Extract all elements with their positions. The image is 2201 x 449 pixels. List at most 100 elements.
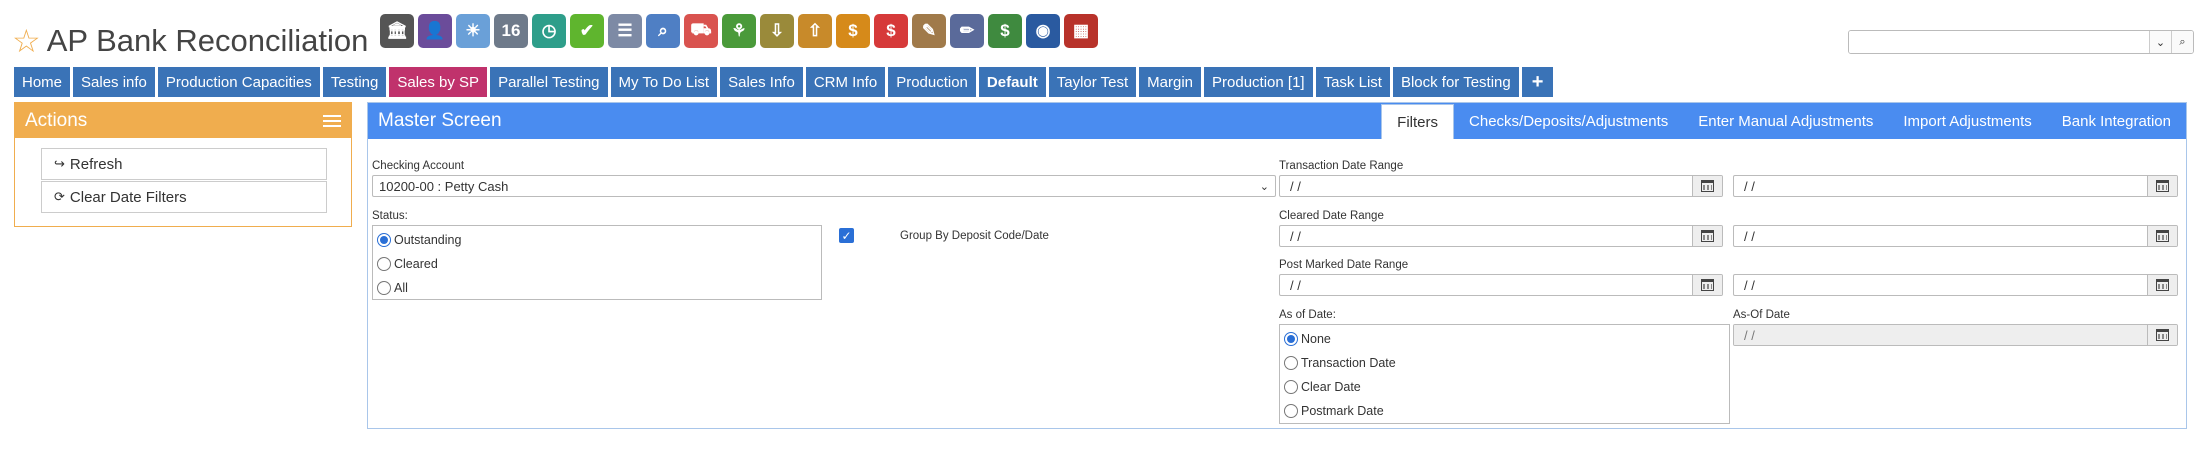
main-nav: Home Sales info Production Capacities Testi… [14, 67, 1554, 97]
as-of-date-input[interactable]: / / [1733, 324, 2178, 346]
status-option-cleared[interactable]: Cleared [373, 252, 821, 276]
calendar-icon[interactable] [2147, 176, 2177, 196]
as-of-option-transaction-date[interactable]: Transaction Date [1280, 351, 1729, 375]
nav-default[interactable]: Default [978, 67, 1046, 97]
nav-parallel-testing[interactable]: Parallel Testing [490, 67, 608, 97]
checkmark-icon[interactable]: ✔ [570, 14, 604, 48]
cleared-date-from-value: / / [1290, 228, 1301, 244]
as-of-radio[interactable] [1284, 356, 1298, 370]
magnifier-icon[interactable]: ⌕ [646, 14, 680, 48]
as-of-date-label: As of Date: [1279, 309, 1336, 321]
bank-icon[interactable]: 🏛 [380, 14, 414, 48]
star-icon[interactable]: ☆ [12, 25, 41, 57]
as-of-option-label: None [1301, 332, 1331, 346]
coins-icon[interactable]: $ [836, 14, 870, 48]
nav-task-list[interactable]: Task List [1315, 67, 1390, 97]
hamburger-icon[interactable] [323, 114, 341, 127]
calendar-icon[interactable] [2147, 226, 2177, 246]
money-icon[interactable]: $ [988, 14, 1022, 48]
clear-date-filters-button[interactable]: ⟳ Clear Date Filters [41, 181, 327, 213]
status-radio-group: Outstanding Cleared All [372, 225, 822, 300]
search-input[interactable] [1849, 31, 2149, 53]
nav-production[interactable]: Production [888, 67, 976, 97]
as-of-radio[interactable] [1284, 380, 1298, 394]
tab-import-adjustments[interactable]: Import Adjustments [1888, 103, 2046, 139]
nav-testing[interactable]: Testing [322, 67, 387, 97]
search-icon[interactable]: ⌕ [2171, 31, 2193, 53]
calendar-icon[interactable] [2147, 275, 2177, 295]
inbox-icon[interactable]: ⇩ [760, 14, 794, 48]
refresh-icon: ⟳ [54, 189, 65, 204]
master-title: Master Screen [378, 110, 502, 131]
as-of-radio[interactable] [1284, 404, 1298, 418]
status-label: Status: [372, 210, 408, 222]
chevron-down-icon[interactable]: ⌄ [2149, 31, 2171, 53]
calendar-icon[interactable]: 16 [494, 14, 528, 48]
as-of-option-clear-date[interactable]: Clear Date [1280, 375, 1729, 399]
outbox-icon[interactable]: ⇧ [798, 14, 832, 48]
tab-checks-deposits-adjustments[interactable]: Checks/Deposits/Adjustments [1454, 103, 1683, 139]
tab-enter-manual-adjustments[interactable]: Enter Manual Adjustments [1683, 103, 1888, 139]
checking-account-select[interactable]: 10200-00 : Petty Cash ⌄ [372, 175, 1276, 197]
nav-sales-info[interactable]: Sales info [73, 67, 155, 97]
blocks-icon[interactable]: ▦ [1064, 14, 1098, 48]
calendar-icon[interactable] [2147, 325, 2177, 345]
status-option-outstanding[interactable]: Outstanding [373, 228, 821, 252]
globe-icon[interactable]: ◉ [1026, 14, 1060, 48]
post-marked-date-from-value: / / [1290, 277, 1301, 293]
status-radio[interactable] [377, 281, 391, 295]
tab-bank-integration[interactable]: Bank Integration [2047, 103, 2186, 139]
truck-icon[interactable]: ⛟ [684, 14, 718, 48]
cleared-date-range-label: Cleared Date Range [1279, 210, 1384, 222]
actions-title: Actions [25, 109, 88, 131]
nav-block-for-testing[interactable]: Block for Testing [1392, 67, 1519, 97]
nav-taylor-test[interactable]: Taylor Test [1048, 67, 1137, 97]
as-of-option-none[interactable]: None [1280, 327, 1729, 351]
basket-icon[interactable]: ⚘ [722, 14, 756, 48]
add-tab-button[interactable]: + [1521, 67, 1554, 97]
list-icon[interactable]: ☰ [608, 14, 642, 48]
nav-home[interactable]: Home [14, 67, 71, 97]
post-marked-date-range-label: Post Marked Date Range [1279, 259, 1409, 271]
status-radio[interactable] [377, 257, 391, 271]
clock-icon[interactable]: ◷ [532, 14, 566, 48]
as-of-option-label: Clear Date [1301, 380, 1361, 394]
nav-margin[interactable]: Margin [1139, 67, 1202, 97]
pencil-icon[interactable]: ✏ [950, 14, 984, 48]
chevron-down-icon: ⌄ [1259, 180, 1269, 193]
as-of-option-postmark-date[interactable]: Postmark Date [1280, 399, 1729, 423]
refresh-button[interactable]: ↪ Refresh [41, 148, 327, 180]
calendar-icon[interactable] [1692, 275, 1722, 295]
status-option-label: All [394, 281, 408, 295]
transaction-date-to[interactable]: / / [1733, 175, 2178, 197]
chat-dollar-icon[interactable]: $ [874, 14, 908, 48]
refresh-label: Refresh [69, 155, 123, 173]
group-by-label: Group By Deposit Code/Date [900, 230, 1049, 242]
nav-production-1[interactable]: Production [1] [1204, 67, 1313, 97]
actions-panel: Actions ↪ Refresh ⟳ Clear Date Filters [14, 102, 352, 227]
post-marked-date-from[interactable]: / / [1279, 274, 1723, 296]
nav-sales-info[interactable]: Sales Info [720, 67, 803, 97]
transaction-date-from[interactable]: / / [1279, 175, 1723, 197]
page-title: AP Bank Reconciliation [46, 23, 369, 58]
user-icon[interactable]: 👤 [418, 14, 452, 48]
weather-icon[interactable]: ☀ [456, 14, 490, 48]
status-option-all[interactable]: All [373, 276, 821, 300]
cleared-date-from[interactable]: / / [1279, 225, 1723, 247]
app-header: ☆ AP Bank Reconciliation [12, 16, 368, 66]
nav-sales-by-sp[interactable]: Sales by SP [389, 67, 488, 97]
as-of-radio[interactable] [1284, 332, 1298, 346]
calendar-icon[interactable] [1692, 176, 1722, 196]
post-marked-date-to[interactable]: / / [1733, 274, 2178, 296]
calendar-icon[interactable] [1692, 226, 1722, 246]
tab-filters[interactable]: Filters [1381, 104, 1455, 139]
group-by-checkbox[interactable]: ✓ [839, 228, 854, 243]
nav-production-capacities[interactable]: Production Capacities [157, 67, 320, 97]
status-radio[interactable] [377, 233, 391, 247]
nav-crm-info[interactable]: CRM Info [805, 67, 886, 97]
nav-my-to-do-list[interactable]: My To Do List [610, 67, 718, 97]
cleared-date-to[interactable]: / / [1733, 225, 2178, 247]
clipboard-icon[interactable]: ✎ [912, 14, 946, 48]
master-screen: Master Screen Filters Checks/Deposits/Adj… [367, 102, 2187, 429]
share-icon: ↪ [54, 156, 65, 171]
